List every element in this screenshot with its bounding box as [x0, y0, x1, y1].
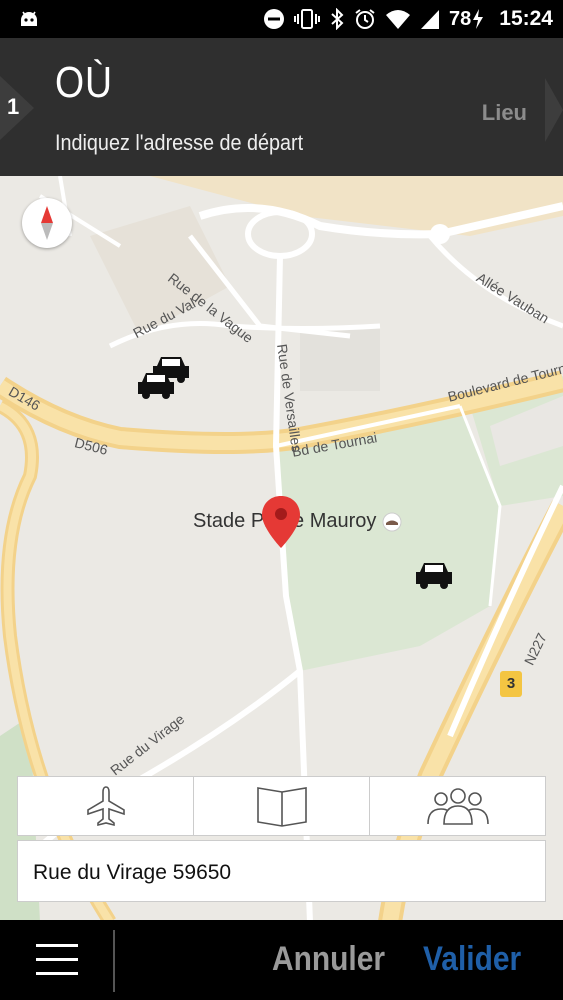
- contacts-tab[interactable]: [370, 777, 545, 835]
- airport-tab[interactable]: [18, 777, 194, 835]
- airplane-icon: [86, 786, 125, 827]
- location-pin-icon[interactable]: [262, 496, 300, 548]
- wifi-icon: [386, 10, 411, 29]
- book-icon: [256, 787, 307, 827]
- next-step-label[interactable]: Lieu: [482, 100, 527, 126]
- charging-icon: [473, 9, 484, 29]
- page-title: OÙ: [55, 58, 113, 107]
- compass-button[interactable]: [22, 198, 72, 248]
- address-source-tabs: [17, 776, 546, 836]
- footer-divider: [113, 930, 115, 992]
- battery-level: 78: [449, 7, 472, 30]
- next-step-arrow-icon[interactable]: [545, 78, 563, 142]
- wizard-header: 1 OÙ Indiquez l'adresse de départ Lieu: [0, 38, 563, 176]
- menu-icon[interactable]: [36, 942, 78, 978]
- bluetooth-icon: [331, 8, 344, 30]
- android-icon: [21, 11, 37, 26]
- validate-button[interactable]: Valider: [423, 940, 521, 979]
- address-value: Rue du Virage 59650: [33, 861, 232, 884]
- step-number: 1: [7, 94, 20, 119]
- status-time: 15:24: [499, 7, 553, 30]
- footer-bar: Annuler Valider: [0, 920, 563, 1000]
- route-number-badge: 3: [500, 671, 522, 697]
- group-icon: [426, 788, 489, 825]
- stadium-icon: [382, 512, 402, 532]
- taxi-car-icon[interactable]: [414, 560, 454, 590]
- address-field[interactable]: Rue du Virage 59650: [17, 840, 546, 902]
- address-book-tab[interactable]: [194, 777, 370, 835]
- taxi-car-icon[interactable]: [136, 370, 176, 400]
- status-bar: 78 15:24: [0, 0, 563, 38]
- alarm-icon: [355, 9, 375, 29]
- cancel-button[interactable]: Annuler: [272, 940, 385, 979]
- page-subtitle: Indiquez l'adresse de départ: [55, 130, 304, 155]
- do-not-disturb-icon: [264, 9, 285, 29]
- signal-icon: [421, 10, 440, 29]
- compass-icon: [41, 206, 53, 240]
- vibrate-icon: [294, 9, 321, 29]
